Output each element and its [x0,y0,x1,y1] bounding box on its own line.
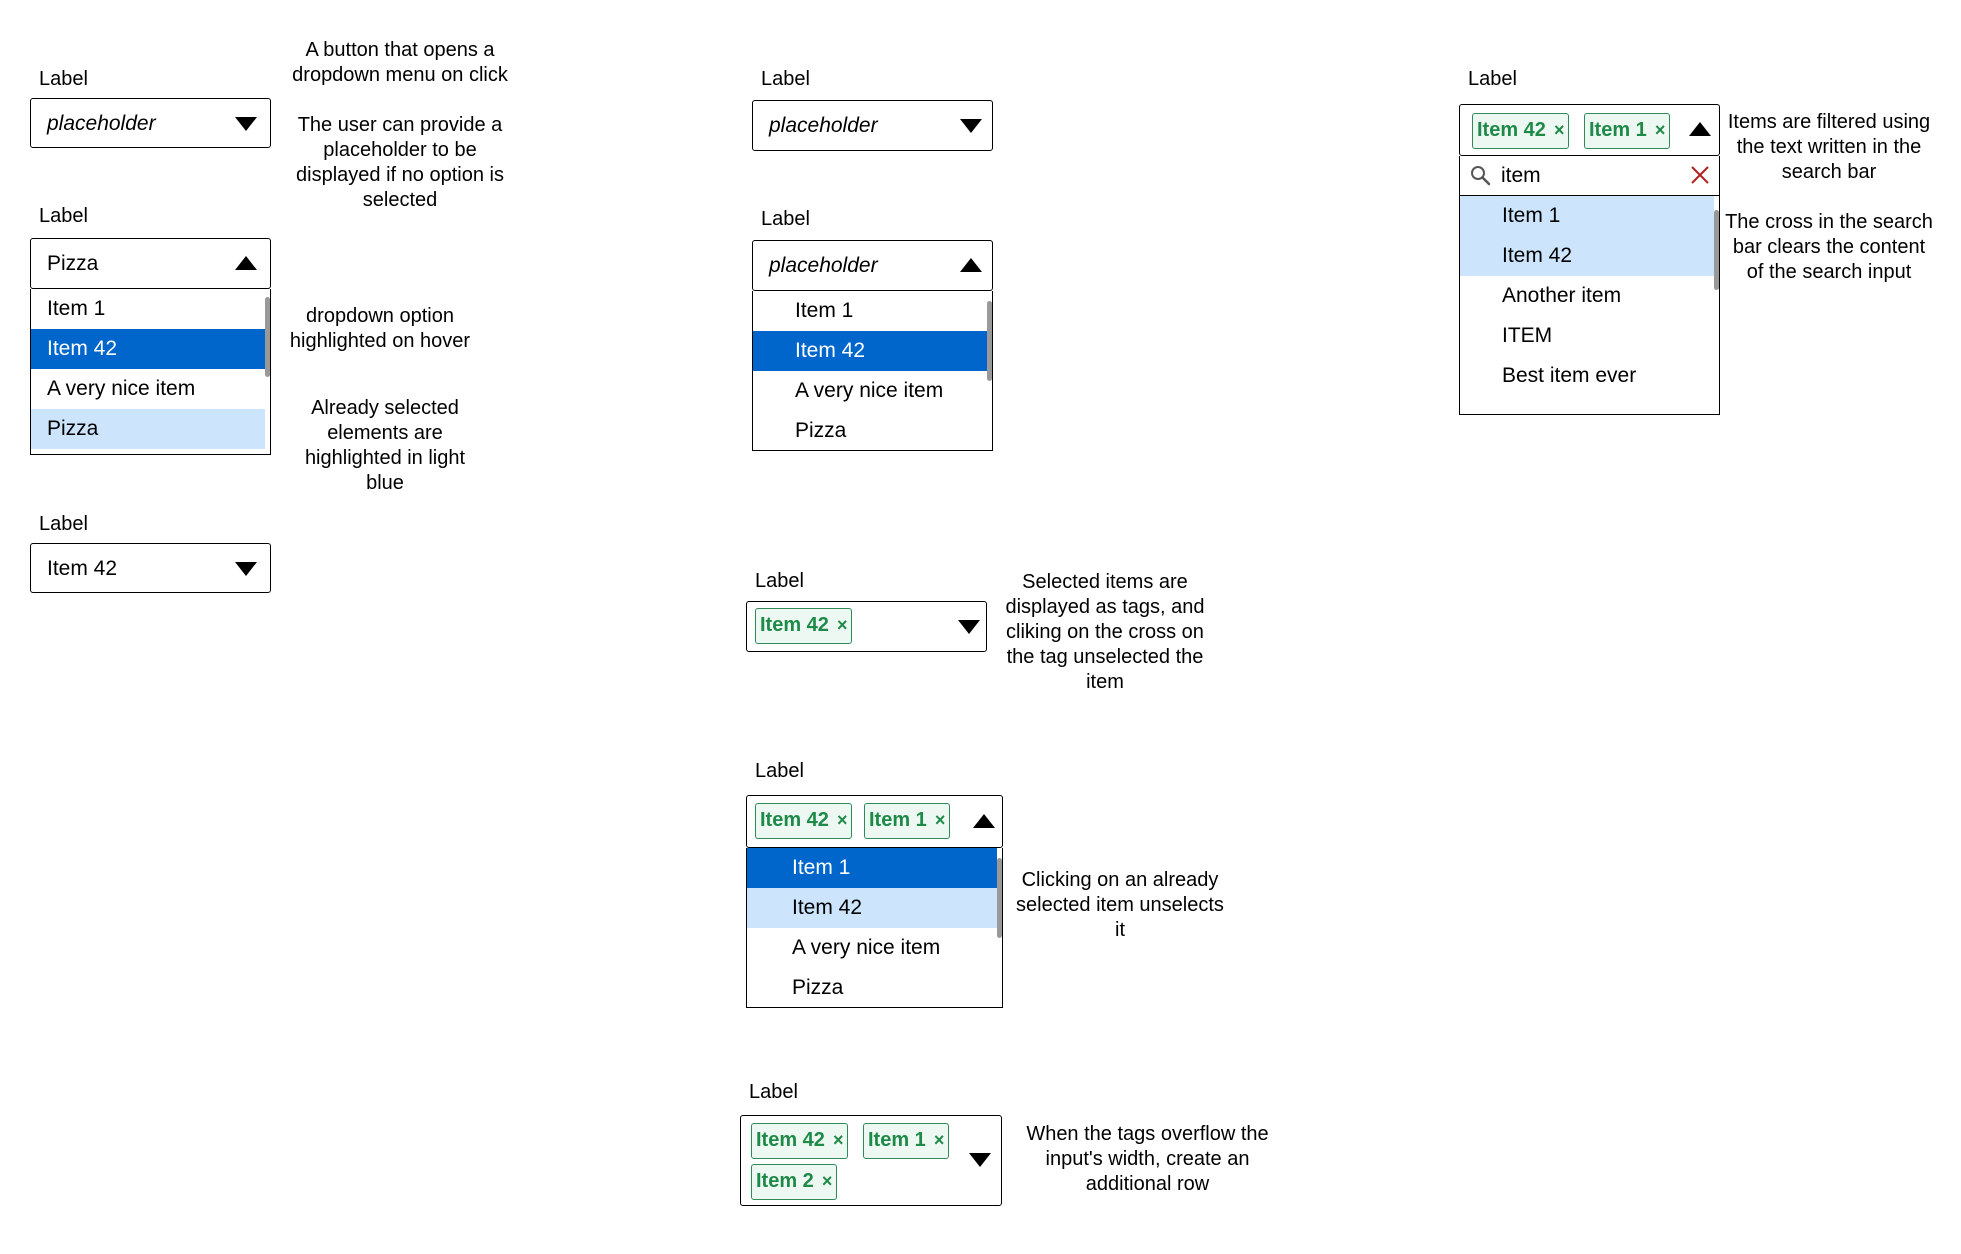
search-bar[interactable]: item [1459,156,1720,196]
dropdown-menu: Item 1 Item 42 A very nice item Pizza [30,289,271,455]
selected-value: Pizza [47,252,99,275]
tag[interactable]: Item 1 × [1584,113,1671,149]
tag-label: Item 42 [760,614,829,636]
note-unselect: Clicking on an already selected item uns… [1016,869,1224,941]
tag-label: Item 2 [756,1170,814,1192]
tag[interactable]: Item 42 × [755,608,853,644]
option-item-hover[interactable]: Item 1 [747,848,997,888]
tag-remove-icon[interactable]: × [837,810,848,830]
tag-remove-icon[interactable]: × [837,615,848,635]
tag[interactable]: Item 42 × [1472,113,1570,149]
placeholder-text: placeholder [47,112,156,135]
option-item[interactable]: Pizza [753,411,987,450]
triangle-down-icon [235,117,257,131]
triangle-down-icon [969,1153,991,1167]
triangle-up-icon [960,258,982,272]
note-hover: dropdown option highlighted on hover [289,305,471,352]
multiselect-open-tags[interactable]: Item 42 × Item 1 × [746,795,1003,848]
searchable-multiselect[interactable]: Item 42 × Item 1 × [1459,104,1720,156]
field-label: Label [749,1081,798,1103]
multiselect-closed-placeholder[interactable]: placeholder [752,100,993,151]
scrollbar-thumb[interactable] [265,297,270,377]
scrollbar-thumb[interactable] [997,858,1002,938]
option-item[interactable]: ITEM [1460,316,1714,356]
tag[interactable]: Item 1 × [863,1123,950,1159]
option-item-hover[interactable]: Item 42 [753,331,987,371]
note-opens-menu: A button that opens a dropdown menu on c… [292,39,508,86]
triangle-up-icon [235,256,257,270]
scrollbar-thumb[interactable] [1714,210,1719,290]
tag-remove-icon[interactable]: × [1655,120,1666,140]
dropdown-closed-placeholder[interactable]: placeholder [30,98,271,148]
dropdown-menu: Item 1 Item 42 Another item ITEM Best it… [1459,196,1720,415]
option-item-selected[interactable]: Item 1 [1460,196,1714,236]
note-tags: Selected items are displayed as tags, an… [1005,571,1205,693]
selected-value: Item 42 [47,557,118,580]
option-item[interactable]: Another item [1460,276,1714,316]
option-item-selected[interactable]: Item 42 [1460,236,1714,276]
tag-label: Item 42 [760,809,829,831]
field-label: Label [39,513,88,535]
tag-label: Item 1 [868,1129,926,1151]
tag-label: Item 42 [1477,119,1546,141]
tag-remove-icon[interactable]: × [1554,120,1565,140]
option-item-selected[interactable]: Pizza [31,409,265,449]
field-label: Label [755,760,804,782]
tag-label: Item 1 [869,809,927,831]
triangle-down-icon [958,620,980,634]
multiselect-open-placeholder[interactable]: placeholder [752,240,993,291]
note-placeholder: The user can provide a placeholder to be… [296,114,504,211]
field-label: Label [761,68,810,90]
multiselect-overflow-tags[interactable]: Item 42 × Item 1 × Item 2 × [740,1115,1002,1206]
field-label: Label [1468,68,1517,90]
note-overflow: When the tags overflow the input's width… [1026,1123,1269,1195]
note-filter: Items are filtered using the text writte… [1727,111,1931,183]
note-already-selected: Already selected elements are highlighte… [304,397,466,494]
option-item[interactable]: A very nice item [747,928,997,968]
triangle-down-icon [235,562,257,576]
tag[interactable]: Item 42 × [751,1123,849,1159]
tag[interactable]: Item 2 × [751,1164,838,1200]
option-item[interactable]: Item 1 [753,291,987,331]
option-item-selected[interactable]: Item 42 [747,888,997,928]
tag-remove-icon[interactable]: × [935,810,946,830]
option-item[interactable]: A very nice item [753,371,987,411]
search-icon [1471,166,1491,186]
triangle-up-icon [1689,122,1711,136]
tag-remove-icon[interactable]: × [822,1171,833,1191]
placeholder-text: placeholder [769,254,878,277]
tag-label: Item 42 [756,1129,825,1151]
option-item[interactable]: Item 1 [31,289,265,329]
field-label: Label [755,570,804,592]
tag-label: Item 1 [1589,119,1647,141]
dropdown-menu: Item 1 Item 42 A very nice item Pizza [752,291,993,451]
field-label: Label [39,205,88,227]
tag[interactable]: Item 42 × [755,803,853,839]
tag[interactable]: Item 1 × [864,803,951,839]
option-item-hover[interactable]: Item 42 [31,329,265,369]
clear-icon[interactable] [1690,165,1710,185]
multiselect-single-tag[interactable]: Item 42 × [746,601,987,652]
dropdown-menu: Item 1 Item 42 A very nice item Pizza [746,848,1003,1008]
dropdown-open[interactable]: Pizza [30,238,271,289]
tag-remove-icon[interactable]: × [934,1130,945,1150]
option-item[interactable]: A very nice item [31,369,265,409]
placeholder-text: placeholder [769,114,878,137]
note-clear: The cross in the search bar clears the c… [1725,211,1933,283]
field-label: Label [761,208,810,230]
scrollbar-thumb[interactable] [987,301,992,381]
tag-remove-icon[interactable]: × [833,1130,844,1150]
triangle-up-icon [973,814,995,828]
dropdown-closed-value[interactable]: Item 42 [30,543,271,593]
option-item[interactable]: Pizza [747,968,997,1007]
option-item[interactable]: Best item ever [1460,356,1714,396]
search-input[interactable]: item [1501,164,1541,188]
field-label: Label [39,68,88,90]
triangle-down-icon [960,119,982,133]
